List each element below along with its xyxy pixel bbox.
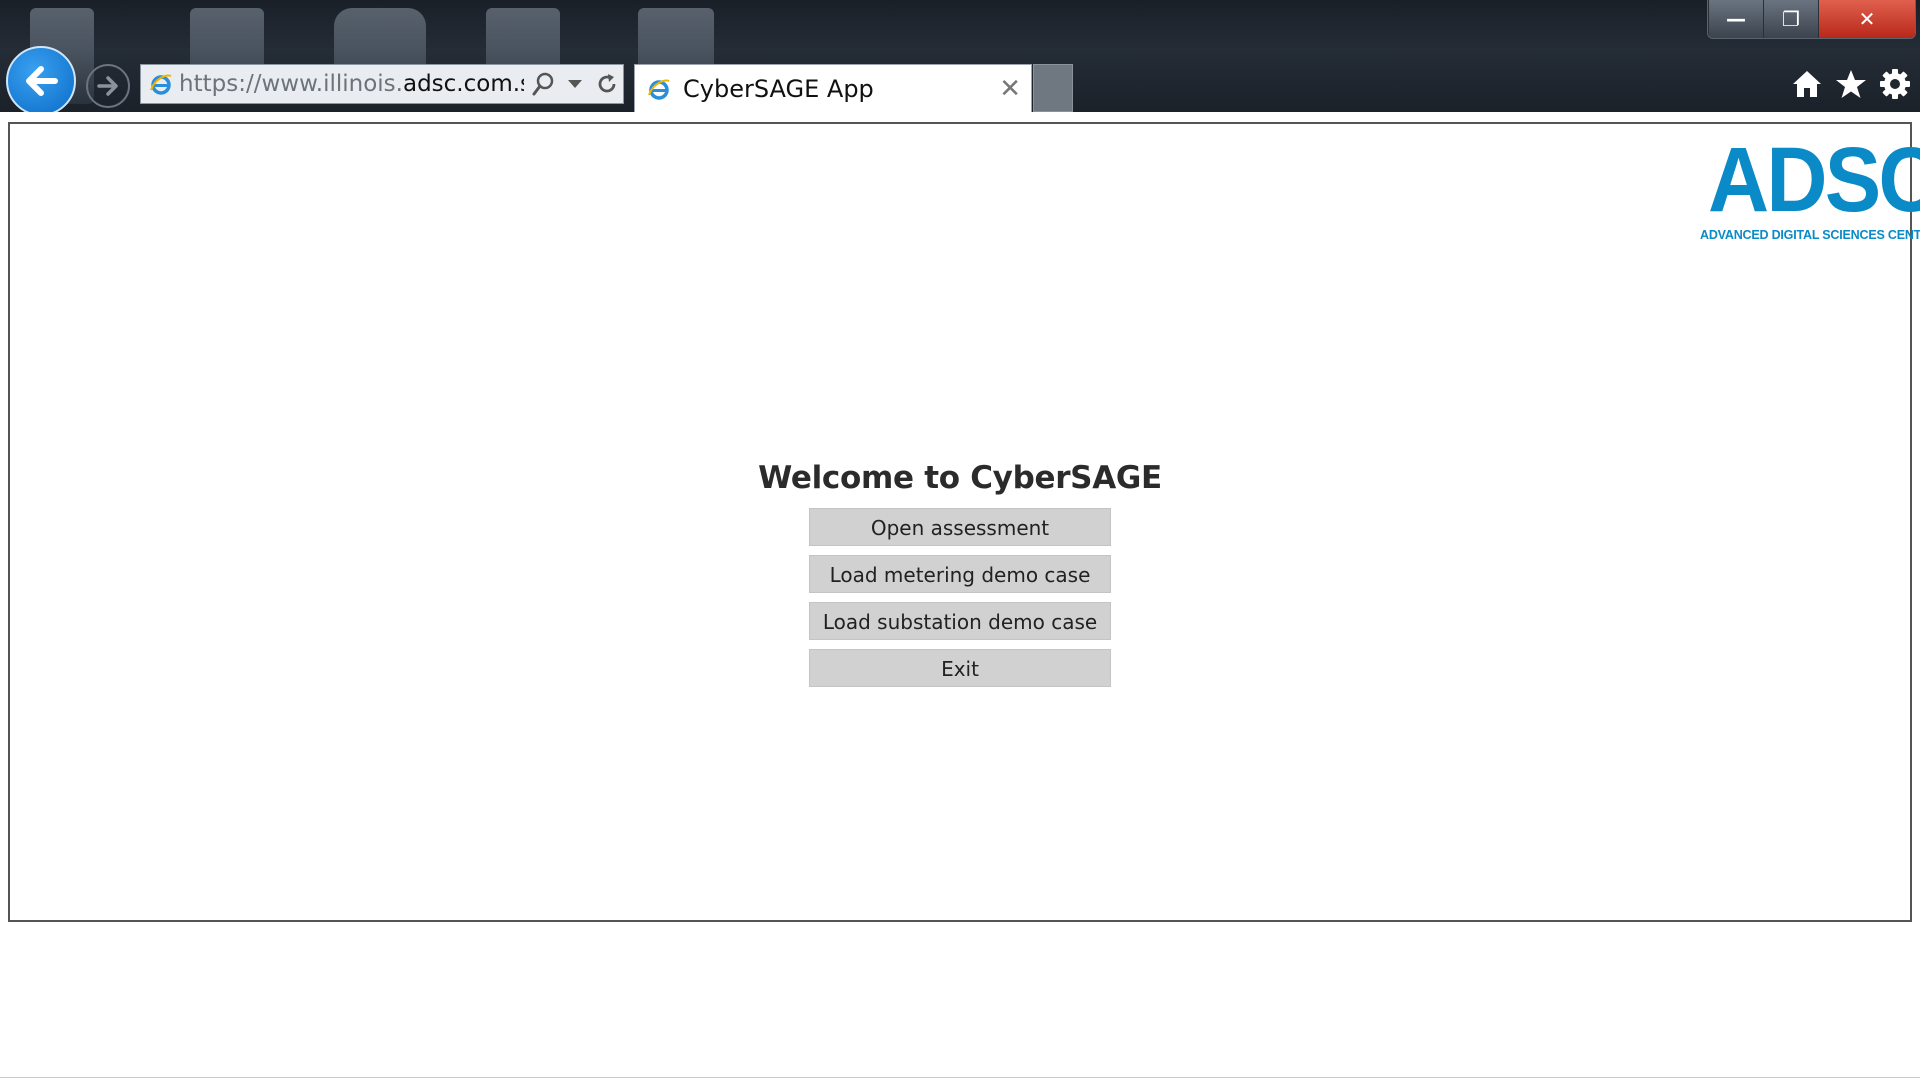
ie-icon	[648, 79, 670, 100]
star-icon	[1836, 70, 1866, 98]
home-icon	[1793, 71, 1821, 97]
forward-arrow-icon	[97, 76, 118, 96]
search-icon	[532, 72, 554, 96]
dropdown-icon	[568, 80, 582, 88]
logo-text: ADSC	[1708, 129, 1920, 231]
window-controls: — ❐ ✕	[1707, 0, 1916, 39]
ie-icon	[150, 74, 172, 95]
address-dropdown-button[interactable]	[562, 69, 588, 99]
bottom-divider	[0, 1077, 1920, 1078]
back-button[interactable]	[6, 46, 76, 112]
new-tab-button[interactable]	[1033, 64, 1073, 112]
settings-button[interactable]	[1878, 66, 1912, 102]
minimize-button[interactable]: —	[1708, 0, 1763, 38]
welcome-panel: Welcome to CyberSAGE Open assessment Loa…	[10, 460, 1910, 696]
adsc-logo: ADSC ADVANCED DIGITAL SCIENCES CENTER	[1700, 129, 1920, 242]
browser-toolbar	[1790, 66, 1912, 102]
refresh-button[interactable]	[594, 69, 620, 99]
back-arrow-icon	[26, 66, 58, 96]
open-assessment-button[interactable]: Open assessment	[809, 508, 1111, 546]
load-substation-demo-button[interactable]: Load substation demo case	[809, 602, 1111, 640]
forward-button[interactable]	[86, 64, 130, 108]
load-metering-demo-button[interactable]: Load metering demo case	[809, 555, 1111, 593]
refresh-icon	[598, 74, 616, 93]
page-title: Welcome to CyberSAGE	[758, 460, 1162, 496]
favorites-button[interactable]	[1834, 66, 1868, 102]
tab-close-icon[interactable]: ✕	[999, 76, 1021, 102]
address-bar[interactable]: https://www.illinois.adsc.com.sg/	[140, 64, 624, 104]
tab-title: CyberSAGE App	[683, 74, 874, 103]
search-button[interactable]	[530, 69, 556, 99]
gear-icon	[1880, 69, 1910, 99]
restore-button[interactable]: ❐	[1763, 0, 1818, 38]
exit-button[interactable]: Exit	[809, 649, 1111, 687]
address-url[interactable]: https://www.illinois.adsc.com.sg/	[179, 71, 524, 97]
app-frame: ADSC ADVANCED DIGITAL SCIENCES CENTER We…	[8, 122, 1920, 922]
home-button[interactable]	[1790, 66, 1824, 102]
tab-cybersage[interactable]: CyberSAGE App ✕	[634, 64, 1032, 112]
close-window-button[interactable]: ✕	[1818, 0, 1915, 38]
browser-chrome: — ❐ ✕ https://www.illinois.adsc.com.sg/	[0, 0, 1920, 112]
